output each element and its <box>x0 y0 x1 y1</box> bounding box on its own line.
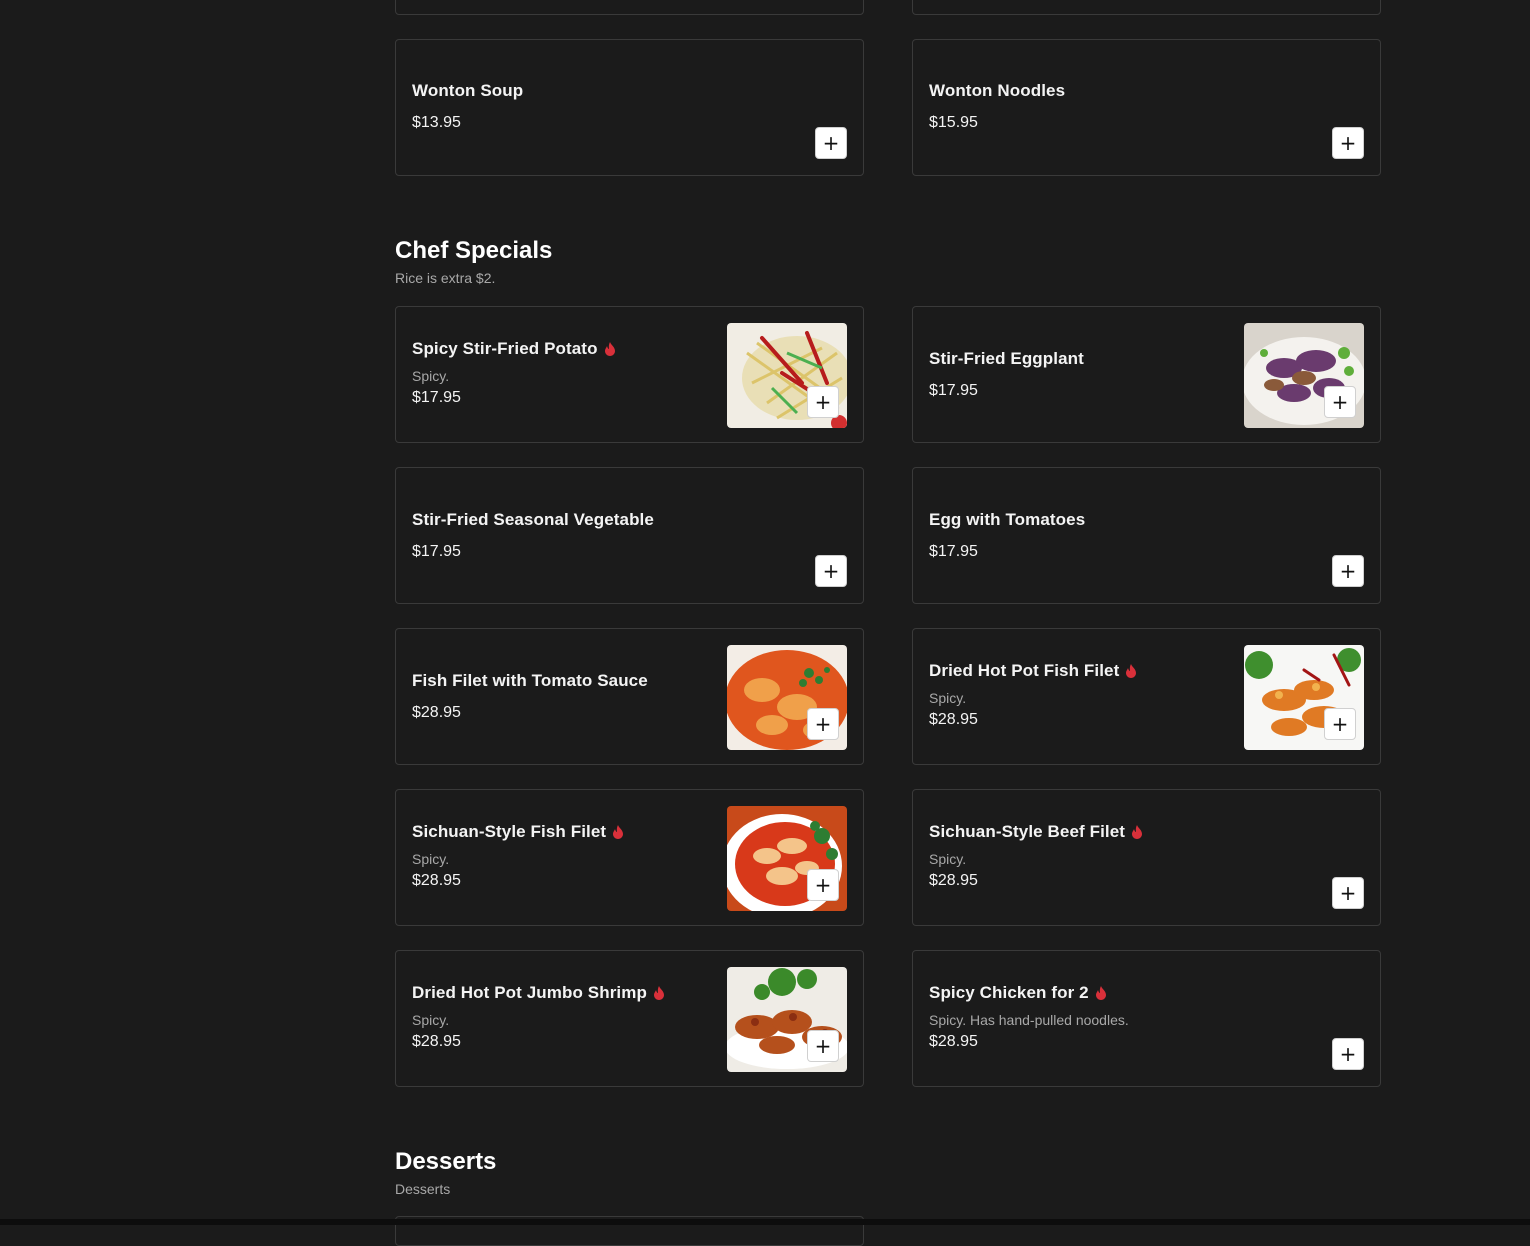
item-description: Spicy. Has hand-pulled noodles. <box>929 1012 1129 1028</box>
menu-item-card[interactable]: Spicy Chicken for 2 Spicy. Has hand-pull… <box>912 950 1381 1087</box>
menu-item-card[interactable]: Stir-Fried Eggplant $17.95 + <box>912 306 1381 443</box>
menu-item-card[interactable]: Stir-Fried Seasonal Vegetable $17.95 + <box>395 467 864 604</box>
spicy-icon <box>653 986 664 1000</box>
add-to-cart-button[interactable]: + <box>807 386 839 418</box>
item-name: Wonton Noodles <box>929 81 1066 100</box>
item-description: Spicy. <box>929 690 967 706</box>
item-name: Dried Hot Pot Jumbo Shrimp <box>412 983 713 1003</box>
section-title-chef-specials: Chef Specials <box>395 237 553 264</box>
section-subtitle: Desserts <box>395 1181 451 1197</box>
item-name: Spicy Chicken for 2 <box>929 983 1364 1003</box>
item-name-text: Spicy Stir-Fried Potato <box>412 339 598 358</box>
item-price: $28.95 <box>412 704 461 721</box>
menu-item-card-partial[interactable] <box>912 0 1381 15</box>
add-to-cart-button[interactable]: + <box>1324 386 1356 418</box>
menu-item-card[interactable]: Sichuan-Style Fish Filet Spicy. $28.95 + <box>395 789 864 926</box>
add-to-cart-button[interactable]: + <box>1332 1038 1364 1070</box>
item-name-text: Spicy Chicken for 2 <box>929 983 1089 1002</box>
item-price: $28.95 <box>929 711 978 728</box>
item-name-text: Dried Hot Pot Fish Filet <box>929 661 1120 680</box>
item-price: $15.95 <box>929 114 978 131</box>
menu-item-card[interactable]: Fish Filet with Tomato Sauce $28.95 + <box>395 628 864 765</box>
item-name-text: Sichuan-Style Beef Filet <box>929 822 1126 841</box>
menu-item-card-partial[interactable] <box>395 0 864 15</box>
item-price: $17.95 <box>412 389 461 406</box>
menu-item-card[interactable]: Egg with Tomatoes $17.95 + <box>912 467 1381 604</box>
item-name: Dried Hot Pot Fish Filet <box>929 661 1230 681</box>
item-description: Spicy. <box>412 1012 450 1028</box>
item-price: $28.95 <box>412 872 461 889</box>
menu-item-card[interactable]: Dried Hot Pot Jumbo Shrimp Spicy. $28.95… <box>395 950 864 1087</box>
add-to-cart-button[interactable]: + <box>807 869 839 901</box>
add-to-cart-button[interactable]: + <box>1332 127 1364 159</box>
add-to-cart-button[interactable]: + <box>807 708 839 740</box>
item-name: Stir-Fried Seasonal Vegetable <box>412 510 654 529</box>
menu-item-card[interactable]: Sichuan-Style Beef Filet Spicy. $28.95 + <box>912 789 1381 926</box>
item-price: $17.95 <box>929 382 978 399</box>
item-price: $28.95 <box>412 1033 461 1050</box>
section-title-desserts: Desserts <box>395 1148 497 1175</box>
section-subtitle: Rice is extra $2. <box>395 270 496 286</box>
item-name: Fish Filet with Tomato Sauce <box>412 671 648 690</box>
item-name-text: Sichuan-Style Fish Filet <box>412 822 607 841</box>
add-to-cart-button[interactable]: + <box>815 127 847 159</box>
menu-item-card[interactable]: Wonton Soup $13.95 + <box>395 39 864 176</box>
menu-item-card[interactable]: Wonton Noodles $15.95 + <box>912 39 1381 176</box>
item-name: Egg with Tomatoes <box>929 510 1086 529</box>
item-name: Sichuan-Style Beef Filet <box>929 822 1364 842</box>
item-description: Spicy. <box>929 851 967 867</box>
add-to-cart-button[interactable]: + <box>807 1030 839 1062</box>
add-to-cart-button[interactable]: + <box>1324 708 1356 740</box>
item-price: $13.95 <box>412 114 461 131</box>
item-description: Spicy. <box>412 851 450 867</box>
item-name-text: Dried Hot Pot Jumbo Shrimp <box>412 983 647 1002</box>
menu-item-card[interactable]: Spicy Stir-Fried Potato Spicy. $17.95 + <box>395 306 864 443</box>
spicy-icon <box>613 825 624 839</box>
item-price: $28.95 <box>929 1033 978 1050</box>
item-price: $28.95 <box>929 872 978 889</box>
add-to-cart-button[interactable]: + <box>1332 877 1364 909</box>
item-name: Sichuan-Style Fish Filet <box>412 822 713 842</box>
add-to-cart-button[interactable]: + <box>815 555 847 587</box>
item-name: Stir-Fried Eggplant <box>929 349 1084 368</box>
item-price: $17.95 <box>929 543 978 560</box>
item-price: $17.95 <box>412 543 461 560</box>
add-to-cart-button[interactable]: + <box>1332 555 1364 587</box>
spicy-icon <box>1132 825 1143 839</box>
spicy-icon <box>1126 664 1137 678</box>
item-description: Spicy. <box>412 368 450 384</box>
bottom-edge <box>0 1219 1530 1225</box>
spicy-icon <box>604 342 615 356</box>
item-name: Spicy Stir-Fried Potato <box>412 339 713 359</box>
spicy-icon <box>1095 986 1106 1000</box>
item-name: Wonton Soup <box>412 81 524 100</box>
menu-item-card[interactable]: Dried Hot Pot Fish Filet Spicy. $28.95 + <box>912 628 1381 765</box>
